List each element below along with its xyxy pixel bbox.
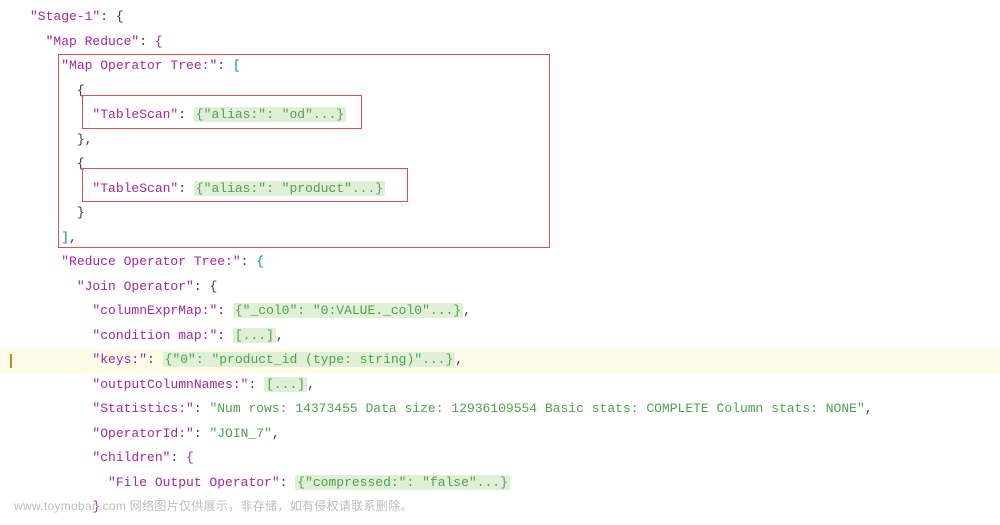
code-line: "OperatorId:": "JOIN_7", <box>20 422 1000 447</box>
code-line: ], <box>20 226 1000 251</box>
code-line: "Join Operator": { <box>20 275 1000 300</box>
code-line: } <box>20 201 1000 226</box>
json-string: "JOIN_7" <box>209 426 271 441</box>
code-line: "TableScan": {"alias:": "product"...} <box>20 177 1000 202</box>
json-code-viewer: "Stage-1": { "Map Reduce": { "Map Operat… <box>0 0 1000 525</box>
json-key: "OperatorId:" <box>92 426 193 441</box>
json-key: "Join Operator" <box>77 279 194 294</box>
code-line: "Map Operator Tree:": [ <box>20 54 1000 79</box>
code-line: "outputColumnNames:": [...], <box>20 373 1000 398</box>
code-line: "Reduce Operator Tree:": { <box>20 250 1000 275</box>
json-key: "Map Operator Tree:" <box>61 58 217 73</box>
json-key: "Stage-1" <box>30 9 100 24</box>
json-key: "outputColumnNames:" <box>92 377 248 392</box>
json-key: "children" <box>92 450 170 465</box>
gutter-active-mark <box>10 354 12 368</box>
json-key: "File Output Operator" <box>108 475 280 490</box>
code-line: }, <box>20 128 1000 153</box>
collapsed-value[interactable]: [...] <box>233 328 276 343</box>
code-line: "Map Reduce": { <box>20 30 1000 55</box>
collapsed-value[interactable]: {"compressed:": "false"...} <box>295 475 510 490</box>
code-line: "Stage-1": { <box>20 5 1000 30</box>
code-line: "children": { <box>20 446 1000 471</box>
json-key: "Reduce Operator Tree:" <box>61 254 240 269</box>
json-key: "Map Reduce" <box>46 34 140 49</box>
json-string: "Num rows: 14373455 Data size: 129361095… <box>209 401 864 416</box>
code-line: { <box>20 152 1000 177</box>
code-line: "TableScan": {"alias:": "od"...} <box>20 103 1000 128</box>
code-line: { <box>20 79 1000 104</box>
json-key: "TableScan" <box>92 181 178 196</box>
collapsed-value[interactable]: {"alias:": "od"...} <box>194 107 346 122</box>
collapsed-value[interactable]: [...] <box>264 377 307 392</box>
json-key: "columnExprMap:" <box>92 303 217 318</box>
collapsed-value[interactable]: {"alias:": "product"...} <box>194 181 385 196</box>
code-line: "File Output Operator": {"compressed:": … <box>20 471 1000 496</box>
code-line: "condition map:": [...], <box>20 324 1000 349</box>
collapsed-value[interactable]: {"0": "product_id (type: string)"...} <box>163 352 456 367</box>
json-key: "keys:" <box>92 352 147 367</box>
json-key: "condition map:" <box>92 328 217 343</box>
code-line: "columnExprMap:": {"_col0": "0:VALUE._co… <box>20 299 1000 324</box>
collapsed-value[interactable]: {"_col0": "0:VALUE._col0"...} <box>233 303 463 318</box>
code-line: "Statistics:": "Num rows: 14373455 Data … <box>20 397 1000 422</box>
json-key: "TableScan" <box>92 107 178 122</box>
json-key: "Statistics:" <box>92 401 193 416</box>
watermark-text: www.toymoban.com 网络图片仅供展示，非存储，如有侵权请联系删除。 <box>14 494 413 519</box>
code-line: "keys:": {"0": "product_id (type: string… <box>20 348 1000 373</box>
